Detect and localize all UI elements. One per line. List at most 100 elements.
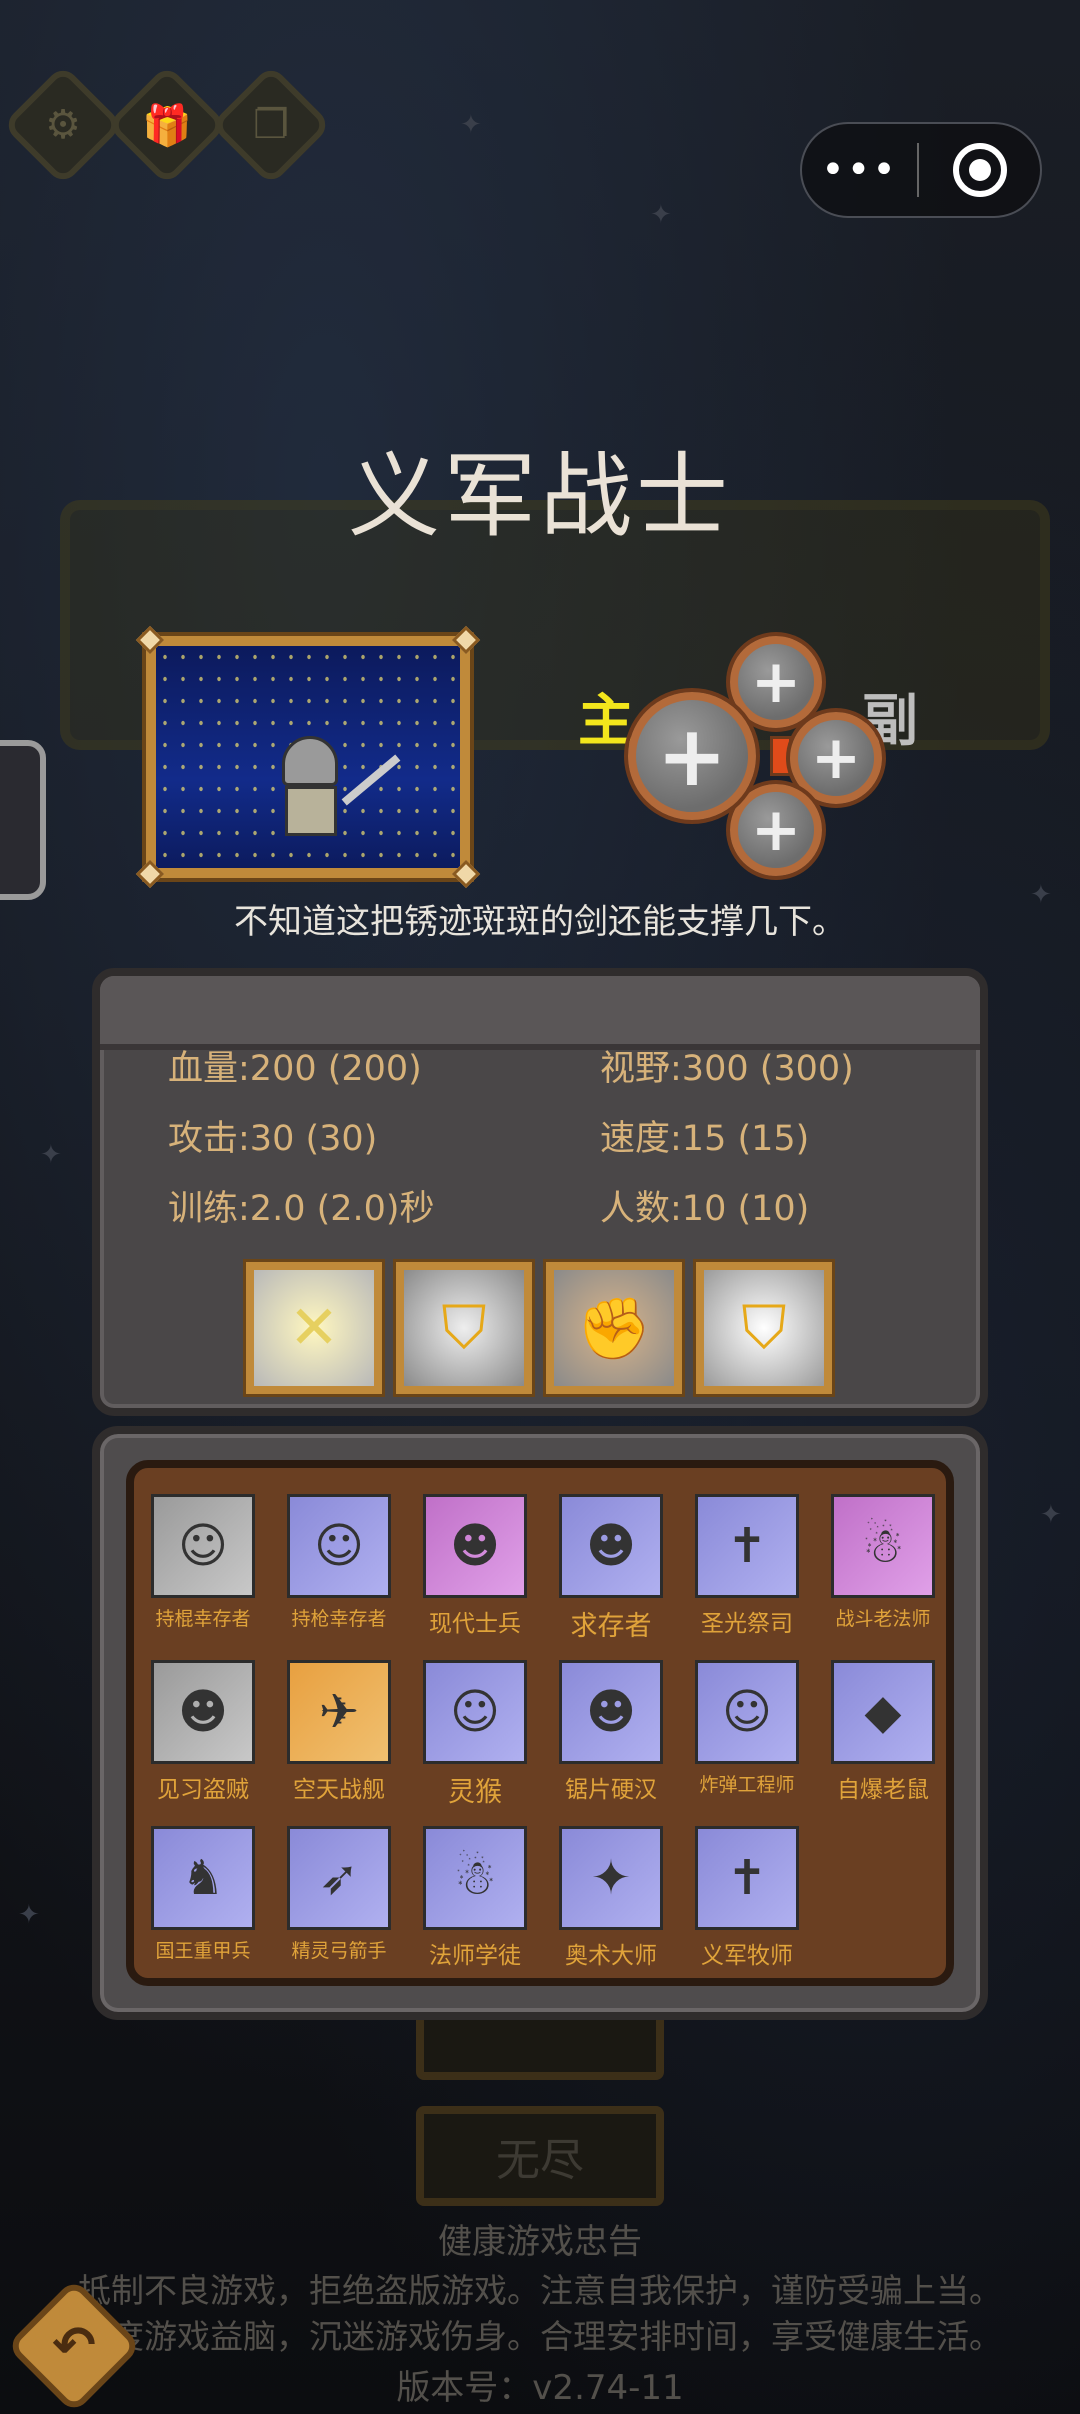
shield-glow-icon: ⛉ <box>741 1293 787 1363</box>
roster-unit[interactable]: ✦ 奥术大师 <box>556 1826 666 1970</box>
stats-panel-header <box>100 976 980 1050</box>
unit-label: 空天战舰 <box>293 1777 385 1803</box>
unit-avatar-icon: ➶ <box>287 1826 391 1930</box>
stat-value: 15 (15) <box>681 1119 810 1159</box>
ability-shield-glow[interactable]: ⛉ <box>696 1262 832 1394</box>
sub-slot-bottom[interactable]: + <box>730 784 822 876</box>
gear-icon: ⚙ <box>45 102 81 148</box>
roster-unit[interactable]: ✝ 义军牧师 <box>692 1826 802 1970</box>
crossed-slash-icon: ✕ <box>288 1293 340 1363</box>
unit-label: 求存者 <box>570 1611 652 1642</box>
main-slot[interactable]: + <box>628 692 756 820</box>
shield-icon: ⛉ <box>441 1293 487 1363</box>
unit-avatar-icon: ☺ <box>151 1494 255 1598</box>
unit-label: 炸弹工程师 <box>699 1774 795 1796</box>
roster-unit[interactable]: ☻ 锯片硬汉 <box>556 1660 666 1804</box>
stat-value: 30 (30) <box>249 1119 378 1159</box>
stat-label: 训练: <box>168 1189 250 1229</box>
roster-unit[interactable]: ☺ 持棍幸存者 <box>148 1494 258 1631</box>
stat-label: 视野: <box>600 1049 682 1089</box>
unit-label: 义军牧师 <box>701 1943 793 1969</box>
unit-avatar-icon: ☃ <box>423 1826 527 1930</box>
star-decoration: ✦ <box>650 200 672 230</box>
main-slot-label: 主 <box>578 689 634 754</box>
unit-avatar-icon: ☺ <box>287 1494 391 1598</box>
star-decoration: ✦ <box>1040 1500 1062 1530</box>
unit-roster-grid: ☺ 持棍幸存者 ☺ 持枪幸存者 ☻ 现代士兵 ☻ 求存者 ✝ 圣光祭司 ☃ 战斗老法师 ☻ 见习盗贼 ✈ 空天… <box>126 1460 954 1986</box>
unit-label: 见习盗贼 <box>157 1777 249 1803</box>
stat-label: 人数: <box>600 1189 682 1229</box>
unit-label: 战斗老法师 <box>835 1608 931 1630</box>
ability-shield[interactable]: ⛉ <box>396 1262 532 1394</box>
stat-training: 训练:2.0 (2.0)秒 <box>168 1180 435 1231</box>
muscle-icon: ✊ <box>576 1293 652 1364</box>
roster-unit[interactable]: ◆ 自爆老鼠 <box>828 1660 938 1804</box>
endless-mode-button[interactable]: 无尽 <box>416 2106 664 2206</box>
stat-label: 血量: <box>168 1049 250 1089</box>
roster-unit[interactable]: ✈ 空天战舰 <box>284 1660 394 1804</box>
side-tab[interactable] <box>0 740 46 900</box>
star-decoration: ✦ <box>18 1900 40 1930</box>
unit-label: 灵猴 <box>448 1777 502 1808</box>
ability-slash[interactable]: ✕ <box>246 1262 382 1394</box>
knight-helmet <box>282 736 338 786</box>
stat-value: 200 (200) <box>249 1049 422 1089</box>
roster-unit[interactable]: ☺ 炸弹工程师 <box>692 1660 802 1797</box>
stat-vision: 视野:300 (300) <box>600 1040 854 1091</box>
unit-avatar-icon: ☻ <box>423 1494 527 1598</box>
health-notice-title: 健康游戏忠告 <box>438 2222 642 2262</box>
roster-unit[interactable]: ➶ 精灵弓箭手 <box>284 1826 394 1963</box>
more-button[interactable]: ••• <box>802 122 917 218</box>
back-arrow-icon: ↶ <box>52 2316 96 2376</box>
roster-unit[interactable]: ☃ 战斗老法师 <box>828 1494 938 1631</box>
star-decoration: ✦ <box>460 110 482 140</box>
unit-avatar-icon: ✈ <box>287 1660 391 1764</box>
target-icon <box>952 143 1007 197</box>
knight-figure <box>276 736 346 846</box>
stat-value: 2.0 (2.0)秒 <box>249 1189 435 1229</box>
stat-speed: 速度:15 (15) <box>600 1110 809 1161</box>
unit-avatar-icon: ✝ <box>695 1826 799 1930</box>
unit-label: 圣光祭司 <box>701 1611 793 1637</box>
slot-connector <box>770 736 792 776</box>
unit-roster-panel: ☺ 持棍幸存者 ☺ 持枪幸存者 ☻ 现代士兵 ☻ 求存者 ✝ 圣光祭司 ☃ 战斗老法师 ☻ 见习盗贼 ✈ 空天… <box>92 1426 988 2020</box>
knight-body <box>285 786 337 836</box>
unit-avatar-icon: ☻ <box>151 1660 255 1764</box>
unit-avatar-icon: ✦ <box>559 1826 663 1930</box>
unit-portrait <box>135 625 481 889</box>
unit-avatar-icon: ♞ <box>151 1826 255 1930</box>
miniprogram-capsule: ••• <box>800 122 1042 218</box>
roster-unit[interactable]: ☻ 见习盗贼 <box>148 1660 258 1804</box>
star-decoration: ✦ <box>40 1140 62 1170</box>
unit-label: 锯片硬汉 <box>565 1777 657 1803</box>
roster-unit[interactable]: ✝ 圣光祭司 <box>692 1494 802 1638</box>
unit-description: 不知道这把锈迹斑斑的剑还能支撑几下。 <box>234 902 846 942</box>
unit-avatar-icon: ☺ <box>423 1660 527 1764</box>
roster-unit[interactable]: ☺ 持枪幸存者 <box>284 1494 394 1631</box>
stat-count: 人数:10 (10) <box>600 1180 809 1231</box>
health-notice-line1: 抵制不良游戏，拒绝盗版游戏。注意自我保护，谨防受骗上当。 <box>78 2271 1002 2310</box>
unit-label: 持枪幸存者 <box>291 1608 387 1630</box>
sub-slot-right[interactable]: + <box>790 712 882 804</box>
stat-label: 攻击: <box>168 1119 250 1159</box>
unit-avatar-icon: ☻ <box>559 1494 663 1598</box>
roster-unit[interactable]: ☻ 现代士兵 <box>420 1494 530 1638</box>
roster-unit[interactable]: ☺ 灵猴 <box>420 1660 530 1809</box>
unit-label: 奥术大师 <box>565 1943 657 1969</box>
roster-unit[interactable]: ☻ 求存者 <box>556 1494 666 1643</box>
version-label: 版本号：v2.74-11 <box>396 2368 684 2408</box>
unit-label: 国王重甲兵 <box>155 1940 251 1962</box>
unit-label: 自爆老鼠 <box>837 1777 929 1803</box>
health-notice-line2: 适度游戏益脑，沉迷游戏伤身。合理安排时间，享受健康生活。 <box>78 2317 1002 2356</box>
roster-unit[interactable]: ♞ 国王重甲兵 <box>148 1826 258 1963</box>
unit-name: 义军战士 <box>347 443 732 550</box>
unit-avatar-icon: ☃ <box>831 1494 935 1598</box>
unit-avatar-icon: ☻ <box>559 1660 663 1764</box>
stat-value: 10 (10) <box>681 1189 810 1229</box>
ability-strength[interactable]: ✊ <box>546 1262 682 1394</box>
gift-icon: 🎁 <box>142 102 192 149</box>
close-button[interactable] <box>919 143 1040 197</box>
stat-value: 300 (300) <box>681 1049 854 1089</box>
sub-slot-top[interactable]: + <box>730 636 822 728</box>
roster-unit[interactable]: ☃ 法师学徒 <box>420 1826 530 1970</box>
